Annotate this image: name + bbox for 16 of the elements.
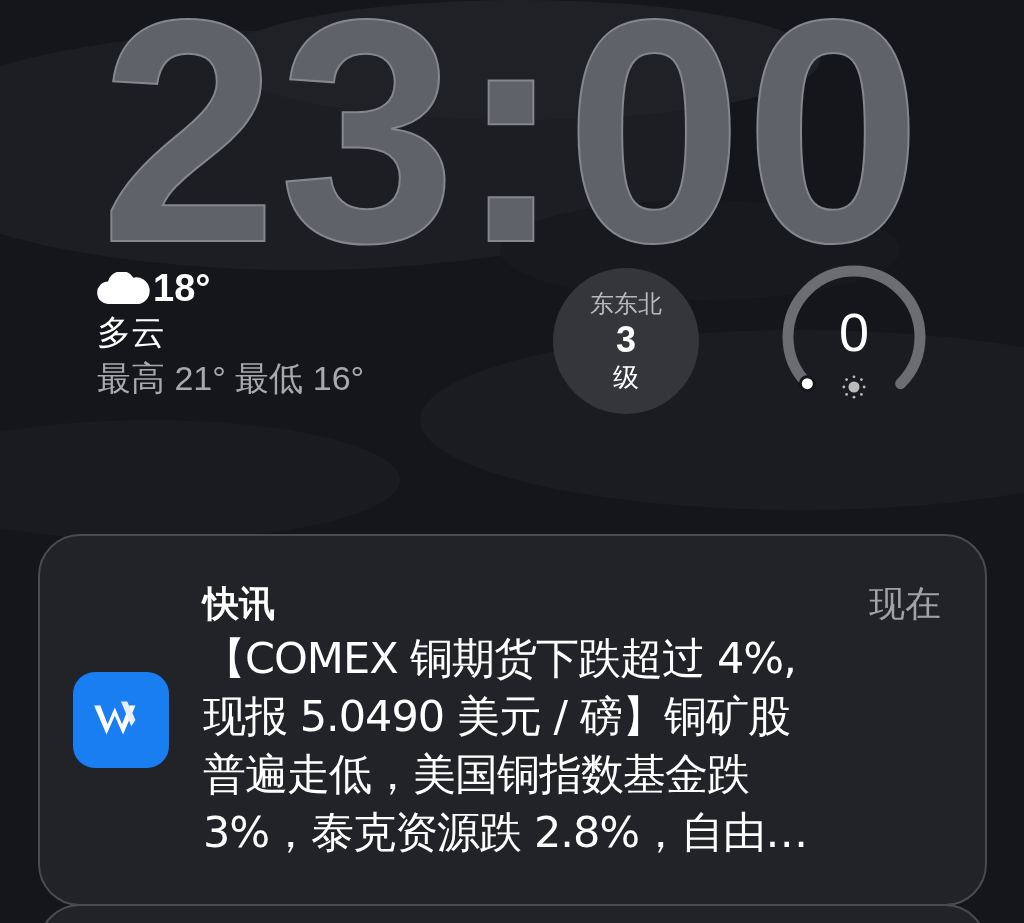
uv-index-value: 0 (838, 302, 869, 363)
wind-force: 3 (616, 320, 636, 361)
uv-level-indicator (798, 375, 816, 393)
sun-icon (842, 375, 866, 400)
temperature: 18° (153, 266, 211, 310)
notification-time: 现在 (869, 582, 941, 627)
notification-message: 【COMEX 铜期货下跌超过 4%, 现报 5.0490 美元 / 磅】铜矿股 普遍走低，美国铜指数基金跌 3%，泰克资源跌 2.8%，自由… (203, 632, 809, 860)
app-icon (73, 672, 169, 769)
app-name: 快讯 (203, 582, 275, 627)
wind-direction: 东东北 (590, 289, 662, 321)
wind-unit: 级 (613, 361, 639, 395)
clock-time: 23:00 (100, 4, 924, 259)
weather-condition: 多云 (97, 311, 166, 355)
notification-card[interactable]: 快讯 现在 【COMEX 铜期货下跌超过 4%, 现报 5.0490 美元 / 磅】铜矿股 普遍走低，美国铜指数基金跌 3%，泰克资源跌 2.8%，自由… (38, 534, 987, 907)
cloud-icon (97, 272, 151, 305)
temperature-range: 最高 21° 最低 16° (97, 358, 366, 400)
